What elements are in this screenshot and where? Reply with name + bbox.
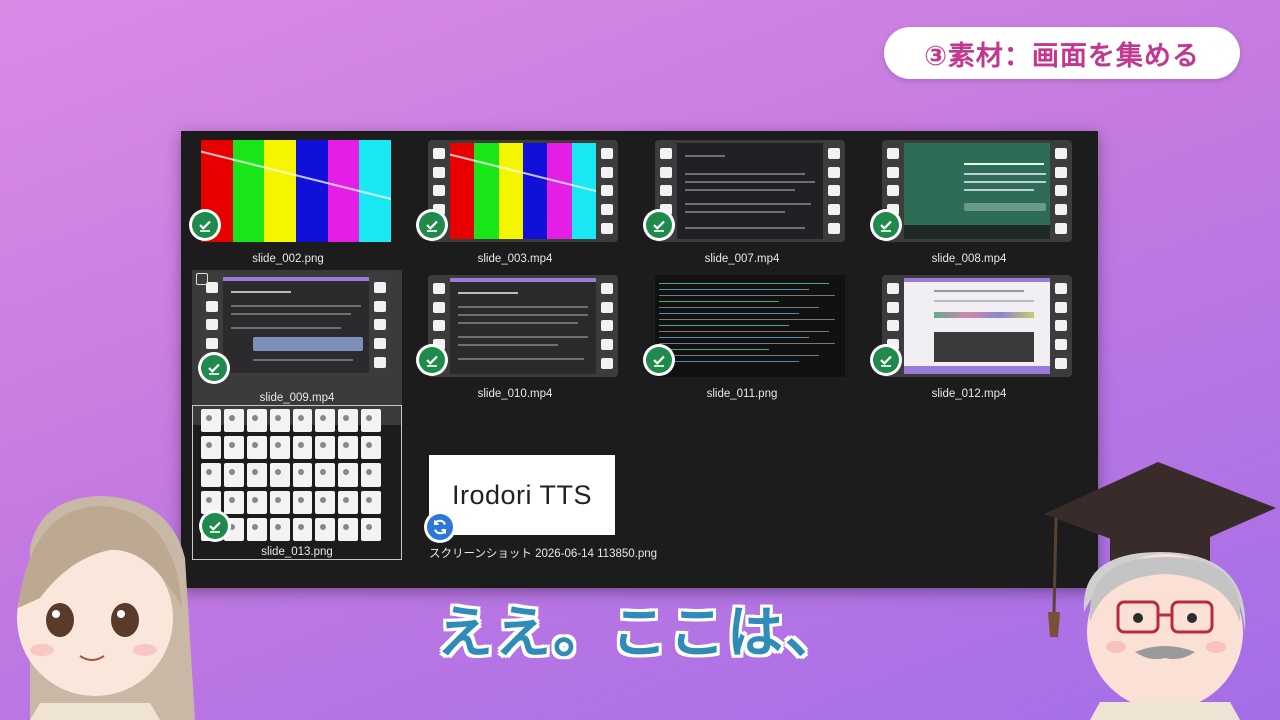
selection-checkbox[interactable] <box>196 273 208 285</box>
video-filmstrip <box>201 274 391 376</box>
check-icon <box>416 344 448 376</box>
file-name: slide_009.mp4 <box>259 392 335 404</box>
code-screenshot <box>655 275 845 377</box>
file-thumbnail <box>428 275 618 377</box>
file-thumbnail <box>882 140 1072 242</box>
file-thumbnail: Irodori TTS <box>429 455 615 535</box>
file-thumbnail <box>201 140 391 242</box>
file-name: slide_012.mp4 <box>931 388 1007 400</box>
video-filmstrip <box>882 275 1072 377</box>
file-thumbnail <box>882 275 1072 377</box>
file-tile[interactable]: slide_013.png <box>192 405 402 560</box>
file-tile[interactable]: slide_007.mp4 <box>637 131 847 286</box>
file-tile[interactable]: slide_009.mp4 <box>192 270 402 425</box>
check-icon <box>870 209 902 241</box>
check-icon <box>416 209 448 241</box>
file-name: slide_002.png <box>252 253 324 265</box>
file-thumbnail <box>655 140 845 242</box>
check-icon <box>643 209 675 241</box>
check-icon <box>189 209 221 241</box>
file-tile[interactable]: slide_003.mp4 <box>410 131 620 286</box>
file-name: slide_010.mp4 <box>477 388 553 400</box>
file-thumbnail <box>655 275 845 377</box>
file-thumbnail <box>201 274 391 376</box>
check-icon <box>870 344 902 376</box>
file-thumbnail <box>428 140 618 242</box>
check-icon <box>198 352 230 384</box>
file-name: slide_008.mp4 <box>931 253 1007 265</box>
file-tile[interactable]: slide_002.png <box>183 131 393 286</box>
file-name: slide_007.mp4 <box>704 253 780 265</box>
check-icon <box>643 344 675 376</box>
file-tile[interactable]: slide_008.mp4 <box>864 131 1074 286</box>
video-filmstrip <box>655 140 845 242</box>
file-name: slide_003.mp4 <box>477 253 553 265</box>
video-filmstrip <box>882 140 1072 242</box>
file-tile[interactable]: slide_010.mp4 <box>410 266 620 421</box>
file-name: slide_011.png <box>706 388 778 400</box>
file-tile[interactable]: Irodori TTS スクリーンショット 2026-06-14 113850.… <box>418 405 658 560</box>
topic-badge: ③素材：画面を集める <box>884 27 1240 79</box>
file-tile[interactable]: slide_012.mp4 <box>864 266 1074 421</box>
sync-icon <box>424 511 456 543</box>
file-tile[interactable]: slide_011.png <box>637 266 847 421</box>
file-name: スクリーンショット 2026-06-14 113850.png <box>429 548 658 560</box>
video-filmstrip <box>428 140 618 242</box>
video-filmstrip <box>428 275 618 377</box>
thumbnail-text: Irodori TTS <box>451 479 593 510</box>
subtitle-caption: ええ。ここは、 <box>437 601 843 666</box>
file-name: slide_013.png <box>261 546 333 558</box>
color-bars-image <box>201 140 391 242</box>
file-explorer-window: slide_002.png slide_003.mp4 slide_007.mp… <box>181 131 1098 588</box>
